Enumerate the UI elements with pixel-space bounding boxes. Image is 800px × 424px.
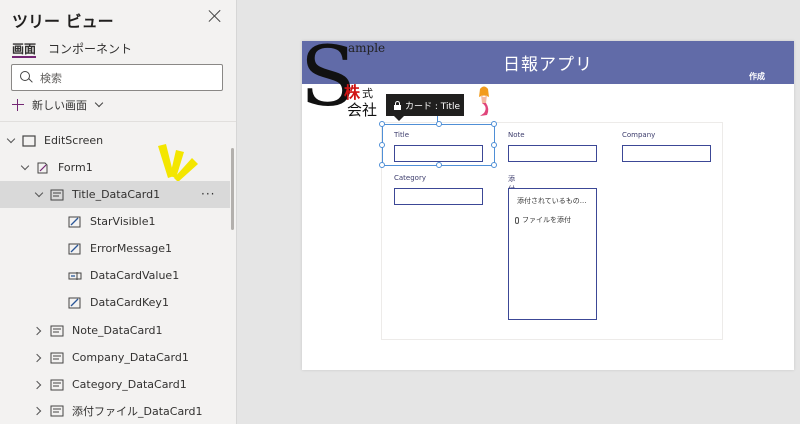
category-input[interactable] (394, 188, 483, 205)
tree-scrollbar[interactable] (231, 148, 234, 230)
title-input[interactable] (394, 145, 483, 162)
tree-item-datacardvalue1[interactable]: DataCardValue1 (0, 262, 230, 289)
logo-kaisha-text: 会社 (347, 101, 378, 119)
active-tab-indicator (12, 56, 36, 58)
company-input[interactable] (622, 145, 711, 162)
datacard-icon (50, 189, 64, 200)
tree-item-label: DataCardValue1 (90, 269, 180, 282)
tree-item-starvisible1[interactable]: StarVisible1 (0, 208, 230, 235)
title-label: Title (394, 131, 410, 139)
tree-item-label: ErrorMessage1 (90, 242, 173, 255)
close-icon[interactable] (207, 8, 223, 24)
chevron-right-icon[interactable] (34, 353, 44, 363)
tree-item-label: 添付ファイル_DataCard1 (72, 404, 203, 418)
mermaid-mascot-icon (479, 86, 489, 116)
search-box (11, 64, 223, 91)
tree-item-label: Category_DataCard1 (72, 378, 187, 391)
plus-icon (12, 99, 24, 111)
paperclip-icon (515, 216, 519, 224)
datacard-icon (50, 352, 64, 363)
chevron-right-icon[interactable] (34, 326, 44, 336)
resize-handle-bottom-left[interactable] (379, 162, 385, 168)
chevron-right-icon[interactable] (34, 406, 44, 416)
datacard-icon (50, 379, 64, 390)
resize-handle-top-left[interactable] (379, 121, 385, 127)
datacard-icon (50, 405, 64, 416)
panel-title: ツリー ビュー (12, 12, 114, 31)
edit-control-icon (68, 216, 81, 227)
company-label: Company (622, 131, 656, 139)
logo-sample-text: ample (348, 41, 386, 55)
chevron-down-icon (94, 98, 104, 108)
company-logo: S ample 株 式 会社 (300, 37, 386, 123)
tree-item-attachments-datacard1[interactable]: 添付ファイル_DataCard1 (0, 397, 230, 424)
tab-screens[interactable]: 画面 (12, 40, 36, 57)
attachments-control[interactable]: 添付されているもの... ファイルを添付 (508, 188, 597, 320)
tree-item-company-datacard1[interactable]: Company_DataCard1 (0, 344, 230, 371)
chevron-down-icon[interactable] (20, 163, 30, 173)
tree-item-label: StarVisible1 (90, 215, 156, 228)
chevron-down-icon[interactable] (34, 190, 44, 200)
tree-item-note-datacard1[interactable]: Note_DataCard1 (0, 317, 230, 344)
tree-view-panel: ツリー ビュー 画面 コンポーネント 新しい画面 EditScreen Form… (0, 0, 237, 424)
search-icon (20, 71, 30, 81)
edit-control-icon (68, 297, 81, 308)
selection-tooltip: カード : Title (386, 94, 464, 121)
resize-handle-left[interactable] (379, 142, 385, 148)
text-input-icon (68, 271, 82, 280)
tree-item-title-datacard1[interactable]: Title_DataCard1 ··· (0, 181, 230, 208)
tree-item-label: Title_DataCard1 (72, 188, 161, 201)
search-input[interactable] (40, 69, 215, 87)
tooltip-text: カード : Title (405, 101, 461, 112)
category-label: Category (394, 174, 426, 182)
datacard-icon (50, 325, 64, 336)
tab-components[interactable]: コンポーネント (48, 40, 132, 57)
attach-file-label: ファイルを添付 (522, 216, 571, 224)
tree-item-errormessage1[interactable]: ErrorMessage1 (0, 235, 230, 262)
new-screen-label: 新しい画面 (32, 99, 87, 112)
attach-file-button[interactable]: ファイルを添付 (515, 215, 571, 225)
chevron-down-icon[interactable] (6, 136, 16, 146)
create-button[interactable]: 作成 (749, 71, 765, 82)
note-input[interactable] (508, 145, 597, 162)
resize-handle-top[interactable] (436, 121, 442, 127)
resize-handle-right[interactable] (491, 142, 497, 148)
app-canvas: 日報アプリ 作成 S ample 株 式 会社 Title Note Compa… (300, 37, 794, 370)
highlight-rays-icon (158, 144, 198, 182)
divider (0, 121, 236, 122)
tree-item-label: Form1 (58, 161, 93, 174)
form-edit-icon (37, 162, 48, 173)
new-screen-button[interactable]: 新しい画面 (12, 96, 104, 114)
tree-item-label: Company_DataCard1 (72, 351, 189, 364)
lock-icon (394, 101, 401, 110)
resize-handle-top-right[interactable] (491, 121, 497, 127)
resize-handle-bottom[interactable] (436, 162, 442, 168)
attachments-placeholder: 添付されているもの... (517, 197, 587, 205)
tree-item-category-datacard1[interactable]: Category_DataCard1 (0, 371, 230, 398)
chevron-right-icon[interactable] (34, 380, 44, 390)
screen-icon (22, 134, 36, 147)
tree-item-label: Note_DataCard1 (72, 324, 163, 337)
tree-item-label: DataCardKey1 (90, 296, 169, 309)
tree-item-datacardkey1[interactable]: DataCardKey1 (0, 289, 230, 316)
more-options-icon[interactable]: ··· (201, 187, 215, 201)
note-label: Note (508, 131, 525, 139)
edit-control-icon (68, 243, 81, 254)
resize-handle-bottom-right[interactable] (491, 162, 497, 168)
tree-item-label: EditScreen (44, 134, 104, 147)
